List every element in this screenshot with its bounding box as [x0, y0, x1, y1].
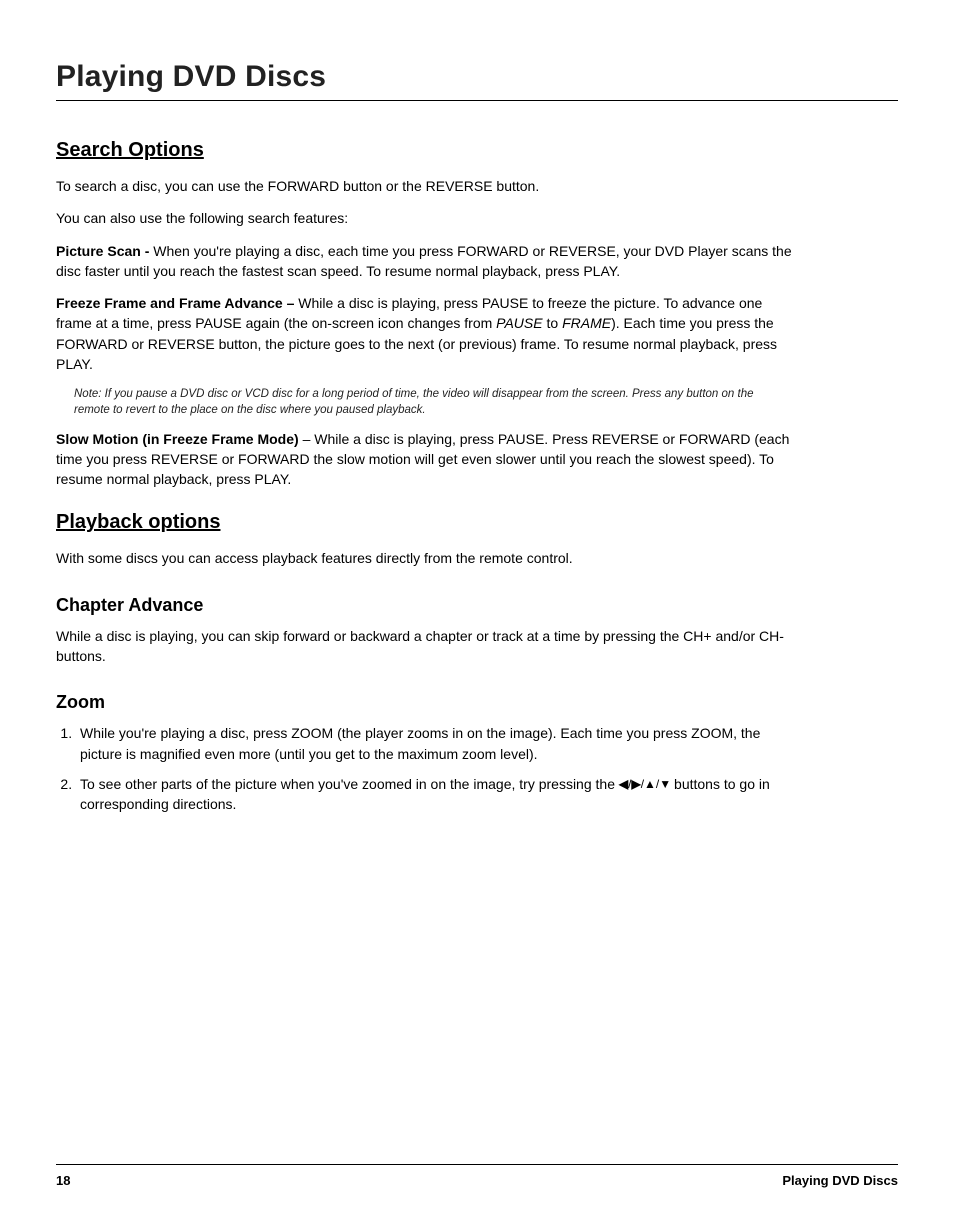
arrow-separator-2: / [641, 777, 643, 791]
picture-scan-text: When you're playing a disc, each time yo… [56, 243, 792, 279]
picture-scan-label: Picture Scan - [56, 243, 149, 259]
left-arrow-icon: ◀ [619, 777, 627, 791]
title-rule [56, 100, 898, 101]
footer-section-label: Playing DVD Discs [782, 1173, 898, 1188]
slow-motion-paragraph: Slow Motion (in Freeze Frame Mode) – Whi… [56, 429, 796, 490]
dpad-arrows-icon: ◀/▶/▲/▼ [619, 776, 670, 793]
zoom-steps-list: While you're playing a disc, press ZOOM … [56, 723, 796, 814]
chapter-title: Playing DVD Discs [56, 60, 898, 94]
playback-options-heading: Playback options [56, 511, 796, 534]
zoom-step-2-pre: To see other parts of the picture when y… [80, 776, 619, 792]
arrow-separator-3: / [656, 777, 658, 791]
freeze-frame-pause-word: PAUSE [496, 315, 542, 331]
zoom-step-1: While you're playing a disc, press ZOOM … [76, 723, 796, 764]
footer-rule [56, 1164, 898, 1165]
freeze-frame-label: Freeze Frame and Frame Advance – [56, 295, 294, 311]
footer-row: 18 Playing DVD Discs [56, 1173, 898, 1188]
right-arrow-icon: ▶ [631, 777, 639, 791]
page-footer: 18 Playing DVD Discs [56, 1164, 898, 1188]
freeze-frame-mid: to [543, 315, 562, 331]
down-arrow-icon: ▼ [659, 777, 670, 791]
page: Playing DVD Discs Search Options To sear… [0, 0, 954, 1228]
search-intro-2: You can also use the following search fe… [56, 208, 796, 228]
playback-options-text: With some discs you can access playback … [56, 548, 796, 568]
up-arrow-icon: ▲ [644, 777, 655, 791]
content-body: Search Options To search a disc, you can… [56, 139, 796, 815]
slow-motion-label: Slow Motion (in Freeze Frame Mode) [56, 431, 299, 447]
zoom-heading: Zoom [56, 692, 796, 713]
zoom-step-2: To see other parts of the picture when y… [76, 774, 796, 815]
freeze-frame-note: Note: If you pause a DVD disc or VCD dis… [74, 386, 754, 418]
picture-scan-paragraph: Picture Scan - When you're playing a dis… [56, 241, 796, 282]
search-intro-1: To search a disc, you can use the FORWAR… [56, 176, 796, 196]
search-options-heading: Search Options [56, 139, 796, 162]
freeze-frame-paragraph: Freeze Frame and Frame Advance – While a… [56, 293, 796, 374]
freeze-frame-frame-word: FRAME [562, 315, 611, 331]
chapter-advance-heading: Chapter Advance [56, 595, 796, 616]
page-number: 18 [56, 1173, 70, 1188]
chapter-advance-text: While a disc is playing, you can skip fo… [56, 626, 796, 667]
